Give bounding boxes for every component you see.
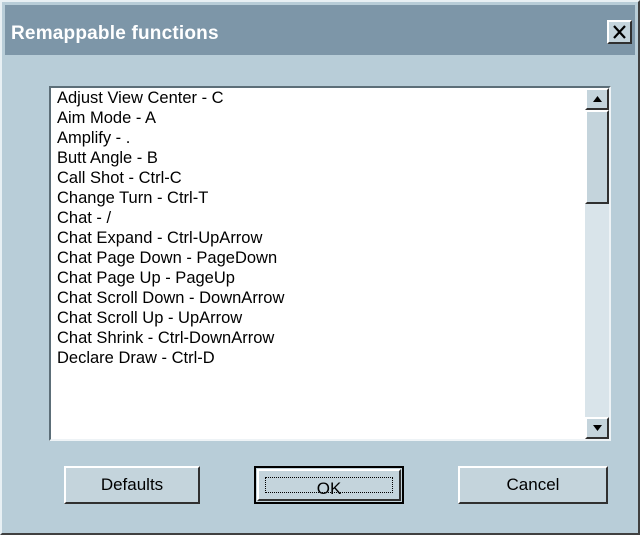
list-item[interactable]: Chat Page Down - PageDown: [51, 248, 585, 268]
functions-listbox[interactable]: Adjust View Center - C Aim Mode - A Ampl…: [49, 86, 611, 441]
ok-button-label: OK: [265, 477, 393, 498]
list-item[interactable]: Amplify - .: [51, 128, 585, 148]
cancel-button[interactable]: Cancel: [458, 466, 608, 504]
remappable-functions-dialog: Remappable functions Adjust View Center …: [0, 0, 640, 535]
functions-list[interactable]: Adjust View Center - C Aim Mode - A Ampl…: [51, 88, 585, 439]
arrow-up-icon: [593, 96, 602, 102]
list-item[interactable]: Butt Angle - B: [51, 148, 585, 168]
ok-button-face: OK: [257, 469, 401, 501]
list-item[interactable]: Adjust View Center - C: [51, 88, 585, 108]
close-button[interactable]: [607, 20, 632, 44]
list-item[interactable]: Change Turn - Ctrl-T: [51, 188, 585, 208]
list-item[interactable]: Chat Scroll Up - UpArrow: [51, 308, 585, 328]
list-item[interactable]: Chat Scroll Down - DownArrow: [51, 288, 585, 308]
list-item[interactable]: Chat Shrink - Ctrl-DownArrow: [51, 328, 585, 348]
vertical-scrollbar[interactable]: [585, 88, 609, 439]
list-item[interactable]: Call Shot - Ctrl-C: [51, 168, 585, 188]
list-item[interactable]: Chat Expand - Ctrl-UpArrow: [51, 228, 585, 248]
scroll-up-button[interactable]: [585, 88, 609, 110]
scroll-down-button[interactable]: [585, 417, 609, 439]
list-item[interactable]: Chat - /: [51, 208, 585, 228]
list-item[interactable]: Declare Draw - Ctrl-D: [51, 348, 585, 368]
window-title: Remappable functions: [11, 23, 219, 44]
title-bar[interactable]: Remappable functions: [5, 5, 635, 55]
ok-button[interactable]: OK: [254, 466, 404, 504]
close-icon: [613, 25, 626, 39]
arrow-down-icon: [593, 425, 602, 431]
scrollbar-thumb[interactable]: [585, 110, 609, 204]
list-item[interactable]: Aim Mode - A: [51, 108, 585, 128]
defaults-button[interactable]: Defaults: [64, 466, 200, 504]
list-item[interactable]: Chat Page Up - PageUp: [51, 268, 585, 288]
